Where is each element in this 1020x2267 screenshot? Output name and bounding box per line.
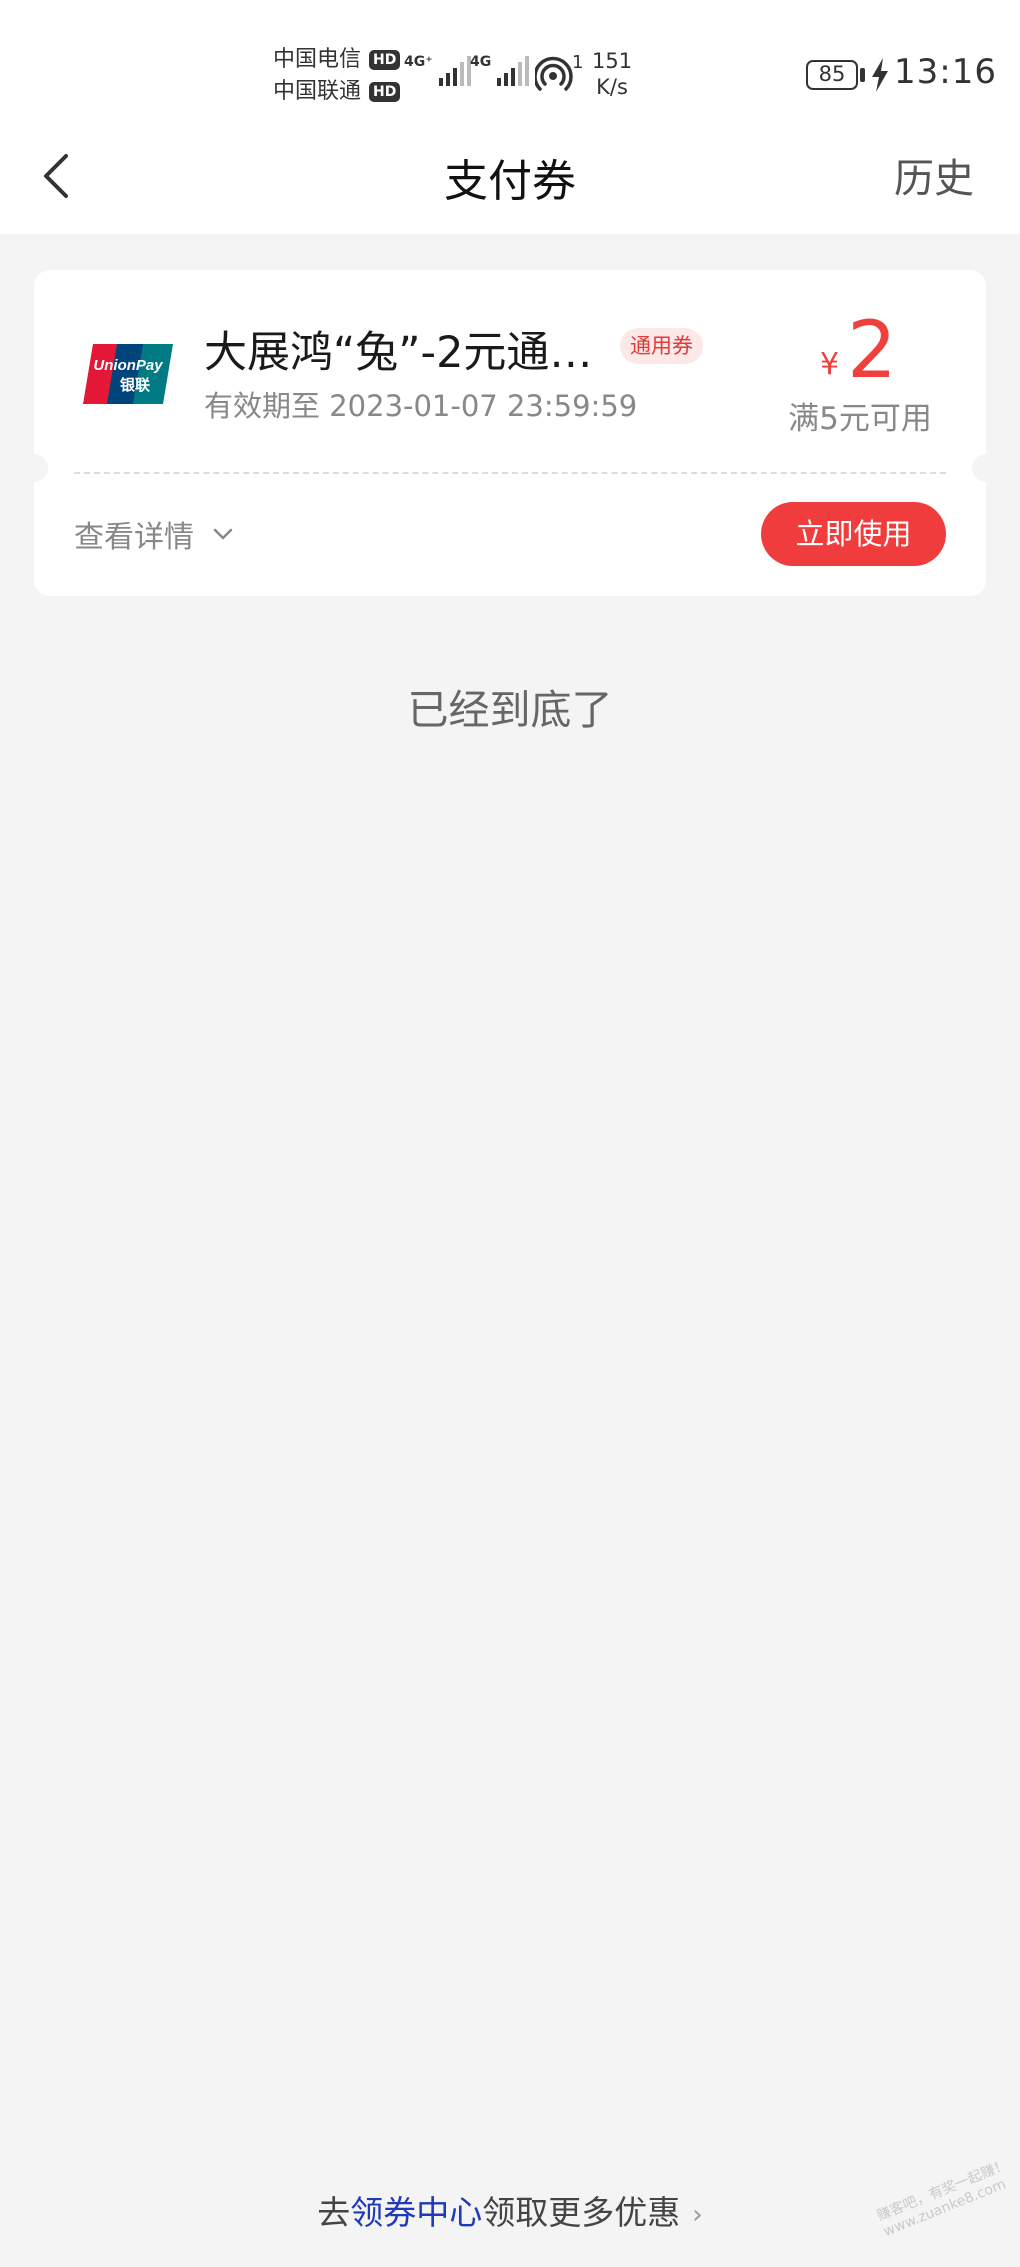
dashed-divider bbox=[74, 472, 946, 474]
network-speed: 151 K/s bbox=[592, 48, 632, 100]
carrier-1: 中国电信 bbox=[273, 47, 362, 72]
use-now-button[interactable]: 立即使用 bbox=[761, 502, 946, 566]
coupon-center-label[interactable]: 领券中心 bbox=[350, 2193, 482, 2232]
unionpay-logo: UnionPay 银联 bbox=[83, 344, 173, 404]
page-title: 支付券 bbox=[444, 156, 576, 207]
battery-tip bbox=[860, 68, 865, 82]
list-end-text: 已经到底了 bbox=[407, 686, 613, 734]
coupon-validity: 有效期至 2023-01-07 23:59:59 bbox=[204, 389, 638, 423]
carrier-2: 中国联通 bbox=[273, 79, 362, 104]
footer-prefix: 去 bbox=[317, 2193, 351, 2232]
clock: 13:16 bbox=[894, 52, 997, 92]
view-details-button[interactable]: 查看详情 bbox=[74, 512, 234, 556]
signal-icon: 4G bbox=[470, 54, 530, 86]
card-notch-left bbox=[20, 454, 48, 482]
network-type-1: 4G⁺ bbox=[404, 54, 433, 70]
hotspot-icon bbox=[535, 56, 573, 91]
card-notch-right bbox=[972, 454, 1000, 482]
coupon-amount: ¥2 bbox=[820, 306, 897, 396]
logo-text-cn: 银联 bbox=[120, 376, 151, 394]
chevron-right-icon: › bbox=[692, 2199, 703, 2230]
signal-icon: 4G⁺ bbox=[404, 54, 471, 86]
top-area: 中国电信 HD 中国联通 HD 4G⁺ 4G 1 151 K/s 85 13:16 bbox=[0, 0, 1020, 234]
logo-text: UnionPay bbox=[93, 357, 163, 374]
speed-value: 151 bbox=[592, 49, 633, 73]
speed-unit: K/s bbox=[596, 75, 628, 99]
charging-icon bbox=[872, 58, 888, 92]
coupon-type-badge: 通用券 bbox=[620, 328, 703, 364]
network-type-2: 4G bbox=[470, 54, 492, 70]
status-bar: 中国电信 HD 中国联通 HD 4G⁺ 4G 1 151 K/s 85 13:16 bbox=[0, 0, 1020, 120]
coupon-title: 大展鸿“兔”-2元通… bbox=[204, 328, 593, 378]
coupon-threshold: 满5元可用 bbox=[788, 401, 932, 437]
hotspot-count: 1 bbox=[572, 52, 584, 73]
coupon-center-link[interactable]: 去领券中心领取更多优惠 › bbox=[0, 2186, 1020, 2234]
battery-icon: 85 bbox=[806, 60, 858, 90]
hd-badge: HD bbox=[369, 50, 401, 70]
carrier-info: 中国电信 HD 中国联通 HD bbox=[273, 44, 401, 108]
amount-value: 2 bbox=[847, 306, 897, 396]
footer-suffix: 领取更多优惠 bbox=[482, 2193, 681, 2232]
currency-symbol: ¥ bbox=[820, 347, 840, 382]
chevron-down-icon bbox=[213, 528, 233, 540]
history-button[interactable]: 历史 bbox=[894, 146, 974, 204]
hd-badge: HD bbox=[369, 82, 401, 102]
view-details-label: 查看详情 bbox=[74, 520, 194, 555]
